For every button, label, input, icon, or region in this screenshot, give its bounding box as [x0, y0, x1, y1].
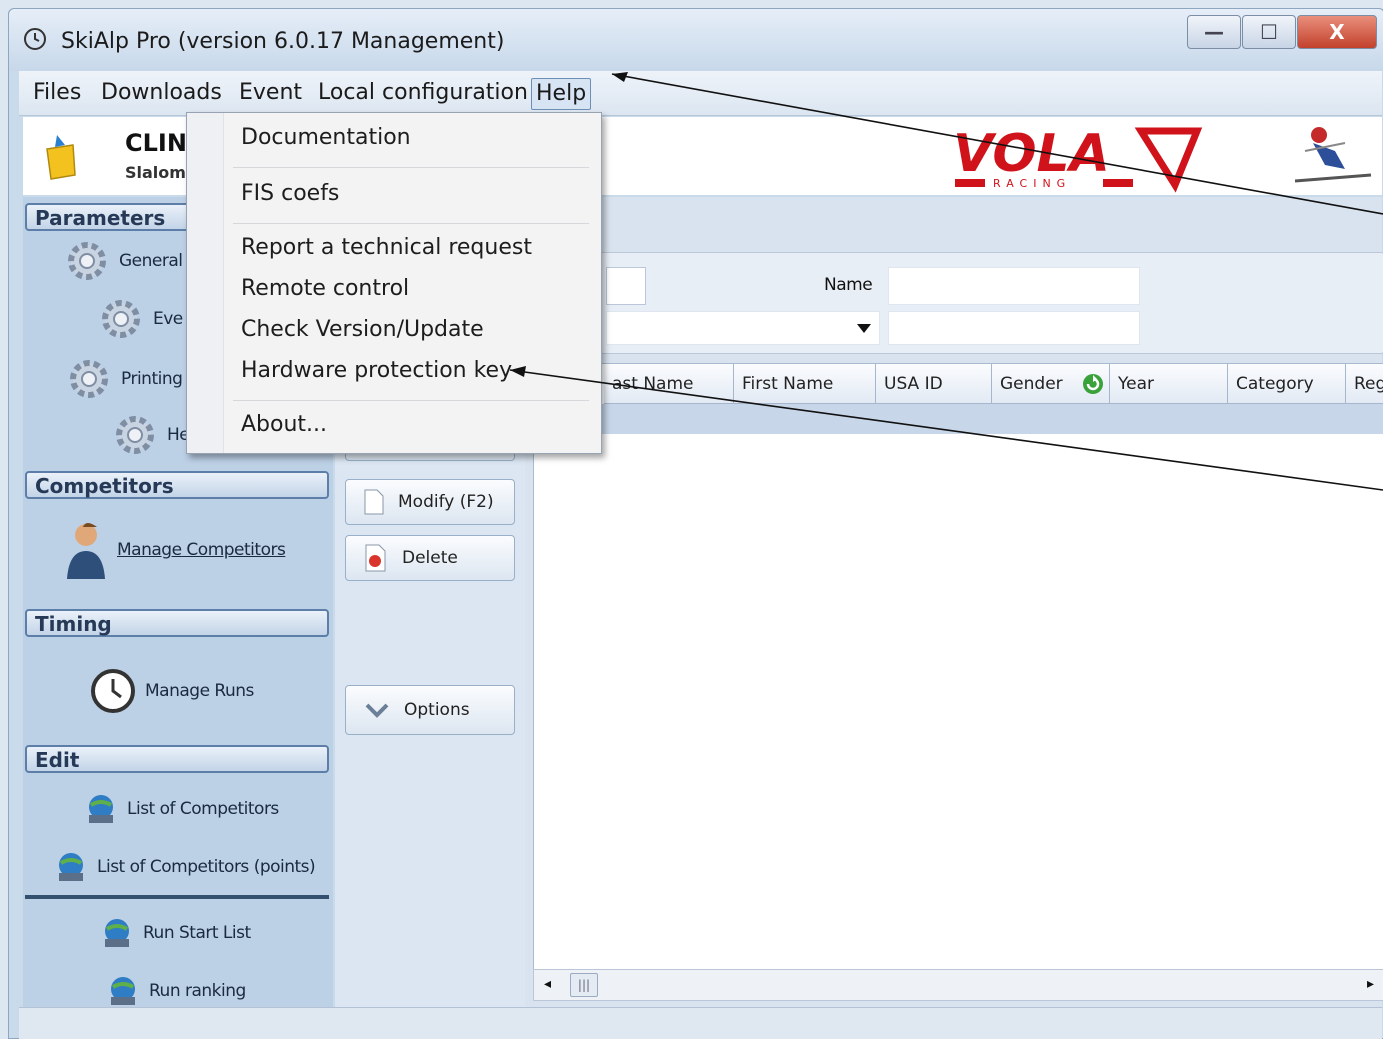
dropdown-arrow-icon: [857, 324, 871, 333]
nav-run-ranking[interactable]: Run ranking: [105, 973, 246, 1009]
skier-icon: [1294, 127, 1372, 183]
scroll-right-icon[interactable]: ▸: [1367, 976, 1374, 992]
filter-panel: Name: [533, 252, 1383, 354]
status-bar: [19, 1007, 1382, 1039]
column-gender-label: Gender: [1000, 374, 1063, 394]
delete-document-icon: [365, 544, 386, 572]
document-icon: [364, 489, 384, 515]
refresh-icon[interactable]: [1082, 373, 1104, 395]
gear-icon: [116, 416, 154, 454]
menu-item-check-version-update[interactable]: Check Version/Update: [241, 317, 484, 342]
filter-value-input[interactable]: [888, 311, 1140, 345]
nav-manage-runs[interactable]: Manage Runs: [89, 667, 254, 715]
chevron-down-icon: [365, 703, 389, 718]
menu-separator: [233, 167, 589, 168]
nav-run-start-list-label: Run Start List: [143, 923, 251, 943]
column-usa-id[interactable]: USA ID: [876, 364, 992, 404]
menu-gutter: [187, 113, 224, 453]
modify-button-label: Modify (F2): [398, 492, 494, 512]
help-dropdown-menu: Documentation FIS coefs Report a technic…: [186, 112, 602, 454]
nav-list-of-competitors-points[interactable]: List of Competitors (points): [53, 849, 316, 885]
delete-button[interactable]: Delete: [345, 535, 515, 581]
competitors-grid: ast Name First Name USA ID Gender Year C…: [533, 363, 1383, 975]
menu-item-remote-control[interactable]: Remote control: [241, 276, 409, 301]
column-gender[interactable]: Gender: [992, 364, 1110, 404]
nav-general-label: General: [119, 251, 183, 271]
scroll-thumb[interactable]: |||: [570, 973, 598, 997]
event-name: CLIN: [125, 129, 187, 157]
nav-manage-competitors-label: Manage Competitors: [117, 540, 286, 560]
menu-files[interactable]: Files: [29, 78, 85, 108]
globe-printer-icon: [59, 853, 83, 881]
nav-printing-label: Printing: [121, 369, 183, 389]
clock-app-icon: [24, 28, 46, 50]
minimize-button[interactable]: —: [1187, 15, 1241, 49]
nav-list-of-competitors[interactable]: List of Competitors: [83, 791, 279, 827]
nav-hardware[interactable]: He: [111, 411, 190, 459]
title-bar: SkiAlp Pro (version 6.0.17 Management) —…: [9, 9, 1383, 71]
column-region[interactable]: Regi: [1346, 364, 1383, 404]
vola-logo-subtext: RACING: [993, 177, 1071, 190]
nav-manage-runs-label: Manage Runs: [145, 681, 254, 701]
menu-item-hardware-protection-key[interactable]: Hardware protection key: [241, 358, 512, 383]
nav-printing[interactable]: Printing: [65, 355, 183, 403]
nav-separator: [25, 895, 329, 899]
menu-item-report-technical-request[interactable]: Report a technical request: [241, 235, 532, 260]
options-button-label: Options: [404, 700, 470, 720]
scroll-left-icon[interactable]: ◂: [544, 976, 551, 992]
section-edit[interactable]: Edit: [25, 745, 329, 773]
name-input[interactable]: [888, 267, 1140, 305]
modify-button[interactable]: Modify (F2): [345, 479, 515, 525]
nav-event-label: Eve: [153, 309, 183, 329]
globe-printer-icon: [111, 977, 135, 1005]
gear-icon: [68, 242, 106, 280]
nav-event[interactable]: Eve: [97, 295, 183, 343]
section-timing[interactable]: Timing: [25, 609, 329, 637]
event-icon: [46, 135, 76, 180]
filter-id-input[interactable]: [606, 267, 646, 305]
gear-icon: [70, 360, 108, 398]
nav-list-of-competitors-label: List of Competitors: [127, 799, 279, 819]
menu-item-about[interactable]: About...: [241, 412, 327, 437]
options-button[interactable]: Options: [345, 685, 515, 735]
section-competitors[interactable]: Competitors: [25, 471, 329, 499]
name-label: Name: [824, 275, 873, 295]
nav-run-start-list[interactable]: Run Start List: [99, 915, 251, 951]
nav-run-ranking-label: Run ranking: [149, 981, 246, 1001]
menu-help[interactable]: Help: [531, 78, 592, 110]
menu-bar: Files Downloads Event Local configuratio…: [19, 71, 1382, 116]
menu-local-configuration[interactable]: Local configuration: [314, 78, 532, 108]
globe-printer-icon: [105, 919, 129, 947]
person-icon: [67, 523, 105, 579]
event-discipline: Slalom: [125, 163, 186, 182]
competitors-content: Name ast Name First Name USA ID Gender Y…: [525, 197, 1383, 1007]
horizontal-scrollbar[interactable]: ◂ ||| ▸: [533, 969, 1383, 1001]
nav-manage-competitors[interactable]: Manage Competitors: [63, 519, 286, 581]
gear-icon: [102, 300, 140, 338]
close-button[interactable]: X: [1297, 15, 1377, 49]
nav-general[interactable]: General: [63, 237, 183, 285]
column-year[interactable]: Year: [1110, 364, 1228, 404]
menu-item-fis-coefs[interactable]: FIS coefs: [241, 181, 339, 206]
column-last-name[interactable]: ast Name: [604, 364, 734, 404]
delete-button-label: Delete: [402, 548, 458, 568]
menu-separator: [233, 400, 589, 401]
window-title: SkiAlp Pro (version 6.0.17 Management): [61, 29, 505, 54]
nav-list-of-competitors-points-label: List of Competitors (points): [97, 857, 316, 877]
column-first-name[interactable]: First Name: [734, 364, 876, 404]
globe-printer-icon: [89, 795, 113, 823]
grid-selected-row[interactable]: [534, 404, 1383, 434]
vola-logo-text: VOLA: [953, 125, 1110, 184]
filter-select[interactable]: [606, 311, 880, 345]
vola-racing-logo: VOLA RACING: [953, 125, 1203, 193]
menu-separator: [233, 223, 589, 224]
menu-downloads[interactable]: Downloads: [97, 78, 226, 108]
column-category[interactable]: Category: [1228, 364, 1346, 404]
maximize-button[interactable]: ☐: [1242, 15, 1296, 49]
clock-icon: [91, 669, 135, 713]
menu-item-documentation[interactable]: Documentation: [241, 125, 411, 150]
menu-event[interactable]: Event: [235, 78, 306, 108]
